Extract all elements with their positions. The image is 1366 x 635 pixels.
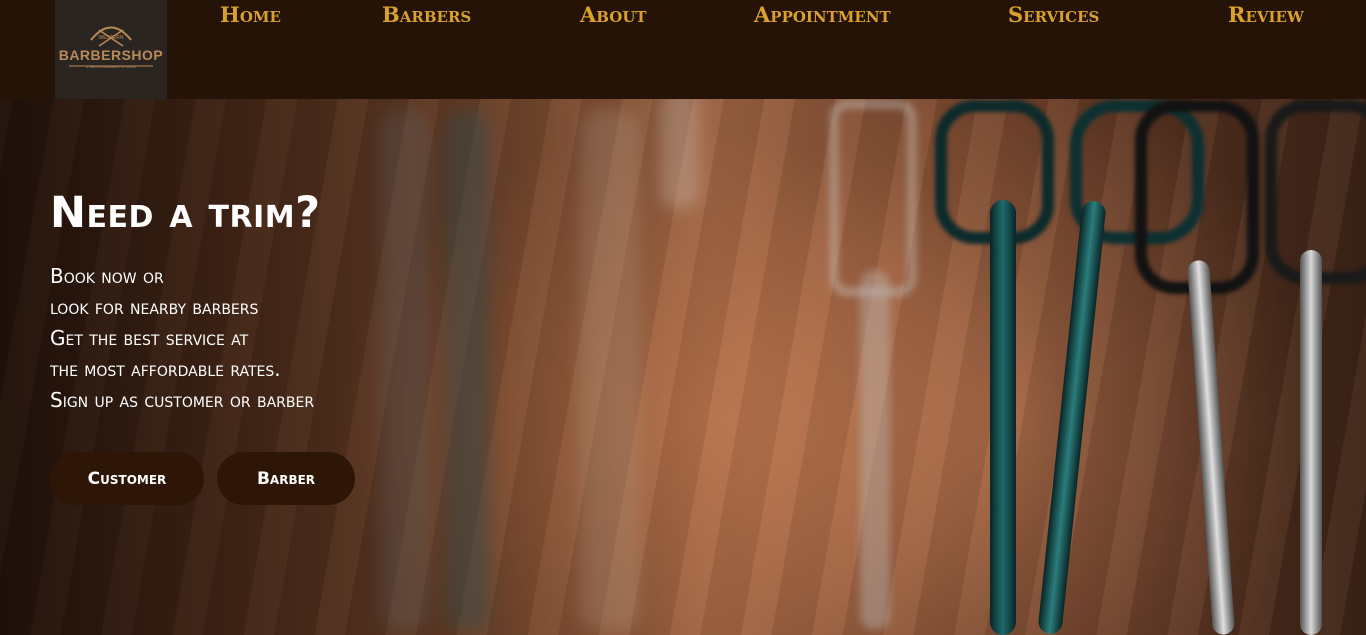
nav-barbers[interactable]: Barbers <box>382 2 471 27</box>
hero-line: Sign up as customer or barber <box>50 388 315 412</box>
nav-home[interactable]: Home <box>220 2 281 27</box>
nav-services[interactable]: Services <box>1008 2 1099 27</box>
hero-line: Book now or <box>50 264 164 288</box>
hero-line: look for nearby barbers <box>50 295 259 319</box>
barber-button[interactable]: Barber <box>217 452 355 505</box>
nav-appointment[interactable]: Appointment <box>754 2 891 27</box>
barbershop-logo[interactable]: WESTERN BARBERSHOP & MEN'S BARBER STUDIO <box>55 0 167 99</box>
logo-tagline: & MEN'S BARBER STUDIO <box>86 64 136 69</box>
top-navbar: WESTERN BARBERSHOP & MEN'S BARBER STUDIO… <box>0 0 1366 99</box>
hero-line: Get the best service at <box>50 326 249 350</box>
hero-title: Need a trim? <box>50 188 321 238</box>
nav-review[interactable]: Review <box>1228 2 1304 27</box>
customer-button[interactable]: Customer <box>50 452 204 505</box>
nav-about[interactable]: About <box>580 2 647 27</box>
hero-line: the most affordable rates. <box>50 357 281 381</box>
logo-top-text: WESTERN <box>98 35 124 41</box>
logo-name: BARBERSHOP <box>58 47 164 63</box>
